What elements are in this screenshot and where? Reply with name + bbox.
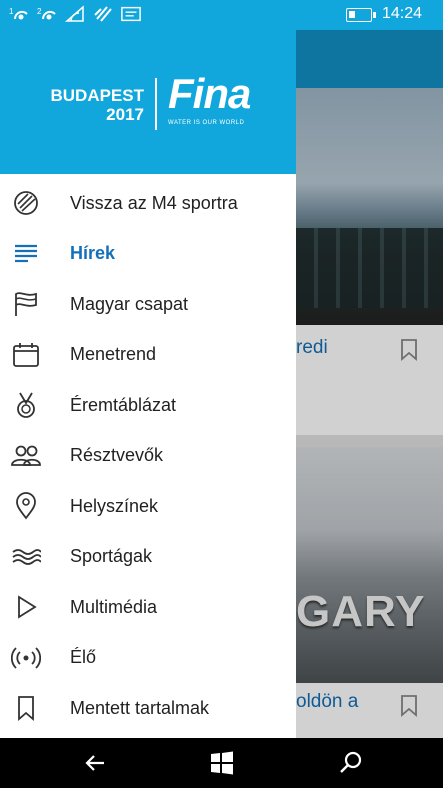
message-icon	[120, 4, 142, 24]
news-image-2[interactable]: GARY	[296, 447, 443, 683]
search-icon[interactable]	[336, 748, 366, 778]
back-arrow-icon[interactable]	[80, 748, 110, 778]
data-icon	[92, 4, 114, 24]
news-icon	[10, 238, 42, 270]
image-sign-text: GARY	[296, 587, 426, 636]
people-icon	[10, 440, 42, 472]
menu-item-label: Helyszínek	[70, 495, 159, 516]
water-waves-icon	[10, 541, 42, 573]
menu-item-participants[interactable]: Résztvevők	[0, 431, 296, 482]
flag-icon	[10, 288, 42, 320]
menu-item-label: Magyar csapat	[70, 293, 189, 314]
m4-sport-icon	[10, 187, 42, 219]
menu-item-label: Mentett tartalmak	[70, 697, 210, 718]
play-icon	[10, 591, 42, 623]
menu-item-venues[interactable]: Helyszínek	[0, 481, 296, 532]
menu-item-news[interactable]: Hírek	[0, 229, 296, 280]
medal-icon	[10, 389, 42, 421]
location-icon	[10, 490, 42, 522]
news-card-1[interactable]: redi	[296, 325, 443, 435]
live-broadcast-icon	[10, 642, 42, 674]
status-icons: 1 2	[8, 4, 142, 24]
status-bar: 1 2 14:24	[0, 0, 443, 30]
menu-item-saved-content[interactable]: Mentett tartalmak	[0, 683, 296, 734]
drawer-menu: Vissza az M4 sportra Hírek Magyar csapat…	[0, 178, 296, 734]
bookmark-icon[interactable]	[400, 339, 418, 361]
battery-icon	[346, 8, 376, 22]
clock: 14:24	[382, 5, 423, 22]
menu-item-label: Multimédia	[70, 596, 158, 617]
menu-item-label: Hírek	[70, 243, 116, 264]
menu-item-sports[interactable]: Sportágak	[0, 532, 296, 583]
sim1-signal-icon: 1	[8, 4, 30, 24]
menu-item-medal-table[interactable]: Éremtáblázat	[0, 380, 296, 431]
bookmark-icon[interactable]	[400, 695, 418, 717]
menu-item-label: Élő	[70, 647, 97, 668]
menu-item-label: Vissza az M4 sportra	[70, 192, 238, 213]
menu-item-label: Résztvevők	[70, 445, 164, 466]
menu-item-label: Sportágak	[70, 546, 153, 567]
menu-item-label: Menetrend	[70, 344, 157, 365]
bookmark-icon	[10, 692, 42, 724]
menu-item-m4-sport[interactable]: Vissza az M4 sportra	[0, 178, 296, 229]
menu-item-hungarian-team[interactable]: Magyar csapat	[0, 279, 296, 330]
windows-icon[interactable]	[207, 748, 237, 778]
drawer-header: BUDAPEST 2017 Fina WATER IS OUR WORLD	[0, 30, 296, 174]
svg-text:2: 2	[37, 7, 42, 16]
wifi-icon	[64, 4, 86, 24]
news-card-2[interactable]: oldön a	[296, 683, 443, 738]
calendar-icon	[10, 339, 42, 371]
navigation-drawer: BUDAPEST 2017 Fina WATER IS OUR WORLD Vi…	[0, 30, 296, 738]
sim2-signal-icon: 2	[36, 4, 58, 24]
news-card-title: oldön a	[296, 691, 359, 712]
news-image-1[interactable]	[296, 88, 443, 325]
menu-item-label: Éremtáblázat	[70, 394, 177, 415]
svg-text:1: 1	[9, 7, 14, 16]
system-nav-bar	[0, 738, 443, 788]
menu-item-schedule[interactable]: Menetrend	[0, 330, 296, 381]
menu-item-multimedia[interactable]: Multimédia	[0, 582, 296, 633]
news-card-title: redi	[296, 337, 328, 358]
menu-item-live[interactable]: Élő	[0, 633, 296, 684]
